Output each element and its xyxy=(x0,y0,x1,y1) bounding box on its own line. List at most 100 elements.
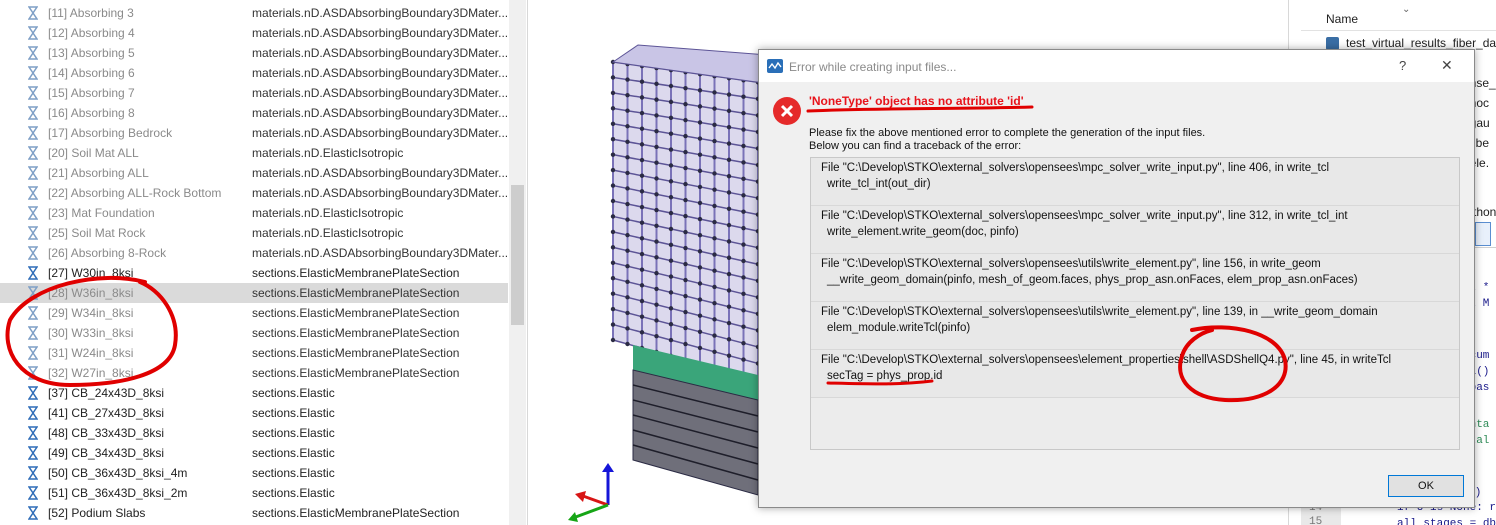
traceback-code: elem_module.writeTcl(pinfo) xyxy=(827,322,971,334)
hourglass-icon xyxy=(28,346,38,360)
property-row[interactable]: [28] W36in_8ksi sections.ElasticMembraneP… xyxy=(0,283,508,303)
property-row[interactable]: [52] Podium Slabs sections.ElasticMembran… xyxy=(0,503,508,523)
hourglass-icon xyxy=(28,226,38,240)
help-button[interactable]: ? xyxy=(1399,58,1406,73)
traceback-code: write_tcl_int(out_dir) xyxy=(827,178,931,190)
hourglass-icon xyxy=(28,46,38,60)
hourglass-icon xyxy=(28,306,38,320)
dialog-titlebar[interactable]: Error while creating input files... ? ✕ xyxy=(759,50,1474,82)
property-row[interactable]: [20] Soil Mat ALL materials.nD.ElasticIso… xyxy=(0,143,508,163)
hourglass-icon xyxy=(28,326,38,340)
property-row[interactable]: [23] Mat Foundation materials.nD.ElasticI… xyxy=(0,203,508,223)
line-number: 15 xyxy=(1309,516,1323,525)
property-row[interactable]: [51] CB_36x43D_8ksi_2m sections.Elastic xyxy=(0,483,508,503)
hourglass-icon xyxy=(28,486,38,500)
property-label: [15] Absorbing 7 xyxy=(48,86,135,100)
hourglass-icon xyxy=(28,66,38,80)
property-type: sections.ElasticMembranePlateSection xyxy=(252,286,460,300)
property-label: [16] Absorbing 8 xyxy=(48,106,135,120)
traceback-frame: File "C:\Develop\STKO\external_solvers\o… xyxy=(811,254,1459,302)
property-label: [23] Mat Foundation xyxy=(48,206,155,220)
property-type: materials.nD.ASDAbsorbingBoundary3DMater… xyxy=(252,66,507,80)
hourglass-icon xyxy=(28,266,38,280)
hourglass-icon xyxy=(28,386,38,400)
property-type: materials.nD.ASDAbsorbingBoundary3DMater… xyxy=(252,26,507,40)
property-row[interactable]: [12] Absorbing 4 materials.nD.ASDAbsorbin… xyxy=(0,23,508,43)
property-row[interactable]: [32] W27in_8ksi sections.ElasticMembraneP… xyxy=(0,363,508,383)
property-row[interactable]: [22] Absorbing ALL-Rock Bottom materials.… xyxy=(0,183,508,203)
property-label: [32] W27in_8ksi xyxy=(48,366,134,380)
property-type: sections.Elastic xyxy=(252,426,335,440)
traceback-file: File "C:\Develop\STKO\external_solvers\o… xyxy=(821,354,1392,366)
traceback-frame: File "C:\Develop\STKO\external_solvers\o… xyxy=(811,302,1459,350)
stko-app-icon xyxy=(767,59,783,73)
property-type: materials.nD.ASDAbsorbingBoundary3DMater… xyxy=(252,46,507,60)
property-type: materials.nD.ASDAbsorbingBoundary3DMater… xyxy=(252,246,507,260)
property-row[interactable]: [48] CB_33x43D_8ksi sections.Elastic xyxy=(0,423,508,443)
property-type: sections.Elastic xyxy=(252,406,335,420)
toolbar-button[interactable] xyxy=(1475,222,1491,246)
property-label: [29] W34in_8ksi xyxy=(48,306,134,320)
traceback-code: write_element.write_geom(doc, pinfo) xyxy=(827,226,1019,238)
property-row[interactable]: [25] Soil Mat Rock materials.nD.ElasticIs… xyxy=(0,223,508,243)
name-column-header[interactable]: Name xyxy=(1326,12,1358,26)
x-axis-arrow xyxy=(575,491,586,502)
property-row[interactable]: [30] W33in_8ksi sections.ElasticMembraneP… xyxy=(0,323,508,343)
property-row[interactable]: [14] Absorbing 6 materials.nD.ASDAbsorbin… xyxy=(0,63,508,83)
property-row[interactable]: [41] CB_27x43D_8ksi sections.Elastic xyxy=(0,403,508,423)
property-label: [20] Soil Mat ALL xyxy=(48,146,139,160)
property-row[interactable]: [11] Absorbing 3 materials.nD.ASDAbsorbin… xyxy=(0,3,508,23)
close-button[interactable]: ✕ xyxy=(1441,57,1453,74)
file-name[interactable]: test_virtual_results_fiber_dam xyxy=(1346,36,1496,50)
property-row[interactable]: [13] Absorbing 5 materials.nD.ASDAbsorbin… xyxy=(0,43,508,63)
hourglass-icon xyxy=(28,286,38,300)
property-list-panel: [11] Absorbing 3 materials.nD.ASDAbsorbin… xyxy=(0,0,528,525)
property-type: sections.Elastic xyxy=(252,486,335,500)
property-label: [41] CB_27x43D_8ksi xyxy=(48,406,165,420)
property-type: materials.nD.ASDAbsorbingBoundary3DMater… xyxy=(252,86,507,100)
property-label: [13] Absorbing 5 xyxy=(48,46,135,60)
y-axis xyxy=(572,503,609,520)
hourglass-icon xyxy=(28,466,38,480)
property-type: sections.ElasticMembranePlateSection xyxy=(252,326,460,340)
hourglass-icon xyxy=(28,186,38,200)
chevron-down-icon[interactable]: ⌄ xyxy=(1402,4,1410,15)
traceback-frame: File "C:\Develop\STKO\external_solvers\o… xyxy=(811,350,1459,398)
ok-button[interactable]: OK xyxy=(1388,475,1464,497)
hourglass-icon xyxy=(28,126,38,140)
traceback-file: File "C:\Develop\STKO\external_solvers\o… xyxy=(821,162,1330,174)
property-row[interactable]: [15] Absorbing 7 materials.nD.ASDAbsorbin… xyxy=(0,83,508,103)
property-row[interactable]: [21] Absorbing ALL materials.nD.ASDAbsorb… xyxy=(0,163,508,183)
hourglass-icon xyxy=(28,6,38,20)
code-line: all_stages = db xyxy=(1397,518,1496,525)
instruction-text: Below you can find a traceback of the er… xyxy=(809,140,1022,152)
property-type: materials.nD.ASDAbsorbingBoundary3DMater… xyxy=(252,186,507,200)
instruction-text: Please fix the above mentioned error to … xyxy=(809,127,1206,139)
traceback-box[interactable]: File "C:\Develop\STKO\external_solvers\o… xyxy=(810,157,1460,450)
property-type: sections.ElasticMembranePlateSection xyxy=(252,346,460,360)
property-type: materials.nD.ASDAbsorbingBoundary3DMater… xyxy=(252,106,507,120)
property-row[interactable]: [37] CB_24x43D_8ksi sections.Elastic xyxy=(0,383,508,403)
python-tab-label[interactable]: thon xyxy=(1473,205,1496,219)
z-axis-arrow xyxy=(602,463,614,472)
property-row[interactable]: [17] Absorbing Bedrock materials.nD.ASDAb… xyxy=(0,123,508,143)
scrollbar-thumb[interactable] xyxy=(511,185,524,325)
property-row[interactable]: [27] W30in_8ksi sections.ElasticMembraneP… xyxy=(0,263,508,283)
property-row[interactable]: [26] Absorbing 8-Rock materials.nD.ASDAbs… xyxy=(0,243,508,263)
property-row[interactable]: [29] W34in_8ksi sections.ElasticMembraneP… xyxy=(0,303,508,323)
property-label: [12] Absorbing 4 xyxy=(48,26,135,40)
property-label: [26] Absorbing 8-Rock xyxy=(48,246,167,260)
hourglass-icon xyxy=(28,106,38,120)
traceback-frame: File "C:\Develop\STKO\external_solvers\o… xyxy=(811,206,1459,254)
property-row[interactable]: [49] CB_34x43D_8ksi sections.Elastic xyxy=(0,443,508,463)
error-dialog: Error while creating input files... ? ✕ … xyxy=(758,49,1475,508)
traceback-code: __write_geom_domain(pinfo, mesh_of_geom.… xyxy=(827,274,1358,286)
property-label: [31] W24in_8ksi xyxy=(48,346,134,360)
property-row[interactable]: [50] CB_36x43D_8ksi_4m sections.Elastic xyxy=(0,463,508,483)
error-message: 'NoneType' object has no attribute 'id' xyxy=(809,94,1024,108)
hourglass-icon xyxy=(28,246,38,260)
hourglass-icon xyxy=(28,426,38,440)
property-label: [51] CB_36x43D_8ksi_2m xyxy=(48,486,188,500)
property-row[interactable]: [16] Absorbing 8 materials.nD.ASDAbsorbin… xyxy=(0,103,508,123)
property-row[interactable]: [31] W24in_8ksi sections.ElasticMembraneP… xyxy=(0,343,508,363)
